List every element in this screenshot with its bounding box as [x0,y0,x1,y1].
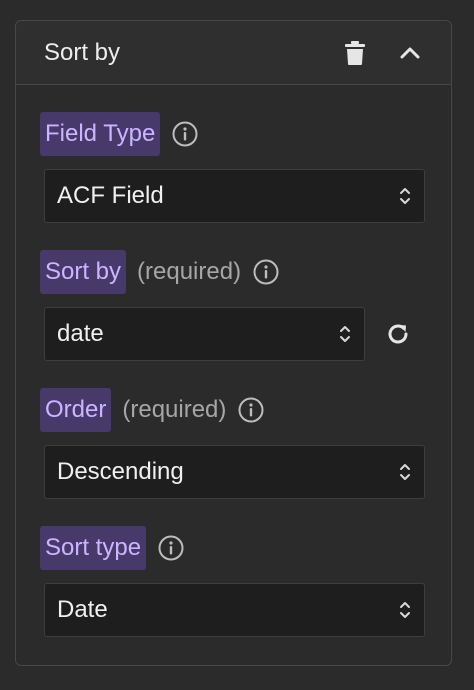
sort-by-panel: Sort by Field Type ACF Field Sort by (re… [15,20,452,666]
field-type-select[interactable]: ACF Field [44,169,425,223]
required-text: (required) [137,258,242,285]
sort-type-label: Sort type [40,526,147,570]
field-type-value: ACF Field [57,182,164,209]
field-type-label-row: Field Type [40,112,198,156]
info-icon[interactable] [172,121,198,147]
field-type-label: Field Type [40,112,161,156]
select-arrows-icon [400,602,410,618]
order-select[interactable]: Descending [44,445,425,499]
collapse-button[interactable] [394,37,426,69]
trash-icon [345,41,365,65]
info-icon[interactable] [253,259,279,285]
required-text: (required) [122,396,227,423]
delete-button[interactable] [339,37,371,69]
order-label: Order [40,388,112,432]
panel-title: Sort by [44,39,121,66]
sort-type-value: Date [57,596,108,623]
info-icon[interactable] [158,535,184,561]
sort-by-select[interactable]: date [44,307,365,361]
refresh-button[interactable] [382,318,414,350]
refresh-icon [388,324,408,344]
order-value: Descending [57,458,184,485]
select-arrows-icon [400,464,410,480]
select-arrows-icon [400,188,410,204]
panel-header[interactable]: Sort by [16,21,451,85]
sort-type-select[interactable]: Date [44,583,425,637]
sort-by-label-row: Sort by (required) [40,250,279,294]
sort-type-label-row: Sort type [40,526,184,570]
sort-by-value: date [57,320,104,347]
info-icon[interactable] [238,397,264,423]
select-arrows-icon [340,326,350,342]
chevron-up-icon [400,47,420,59]
sort-by-label: Sort by [40,250,127,294]
order-label-row: Order (required) [40,388,264,432]
